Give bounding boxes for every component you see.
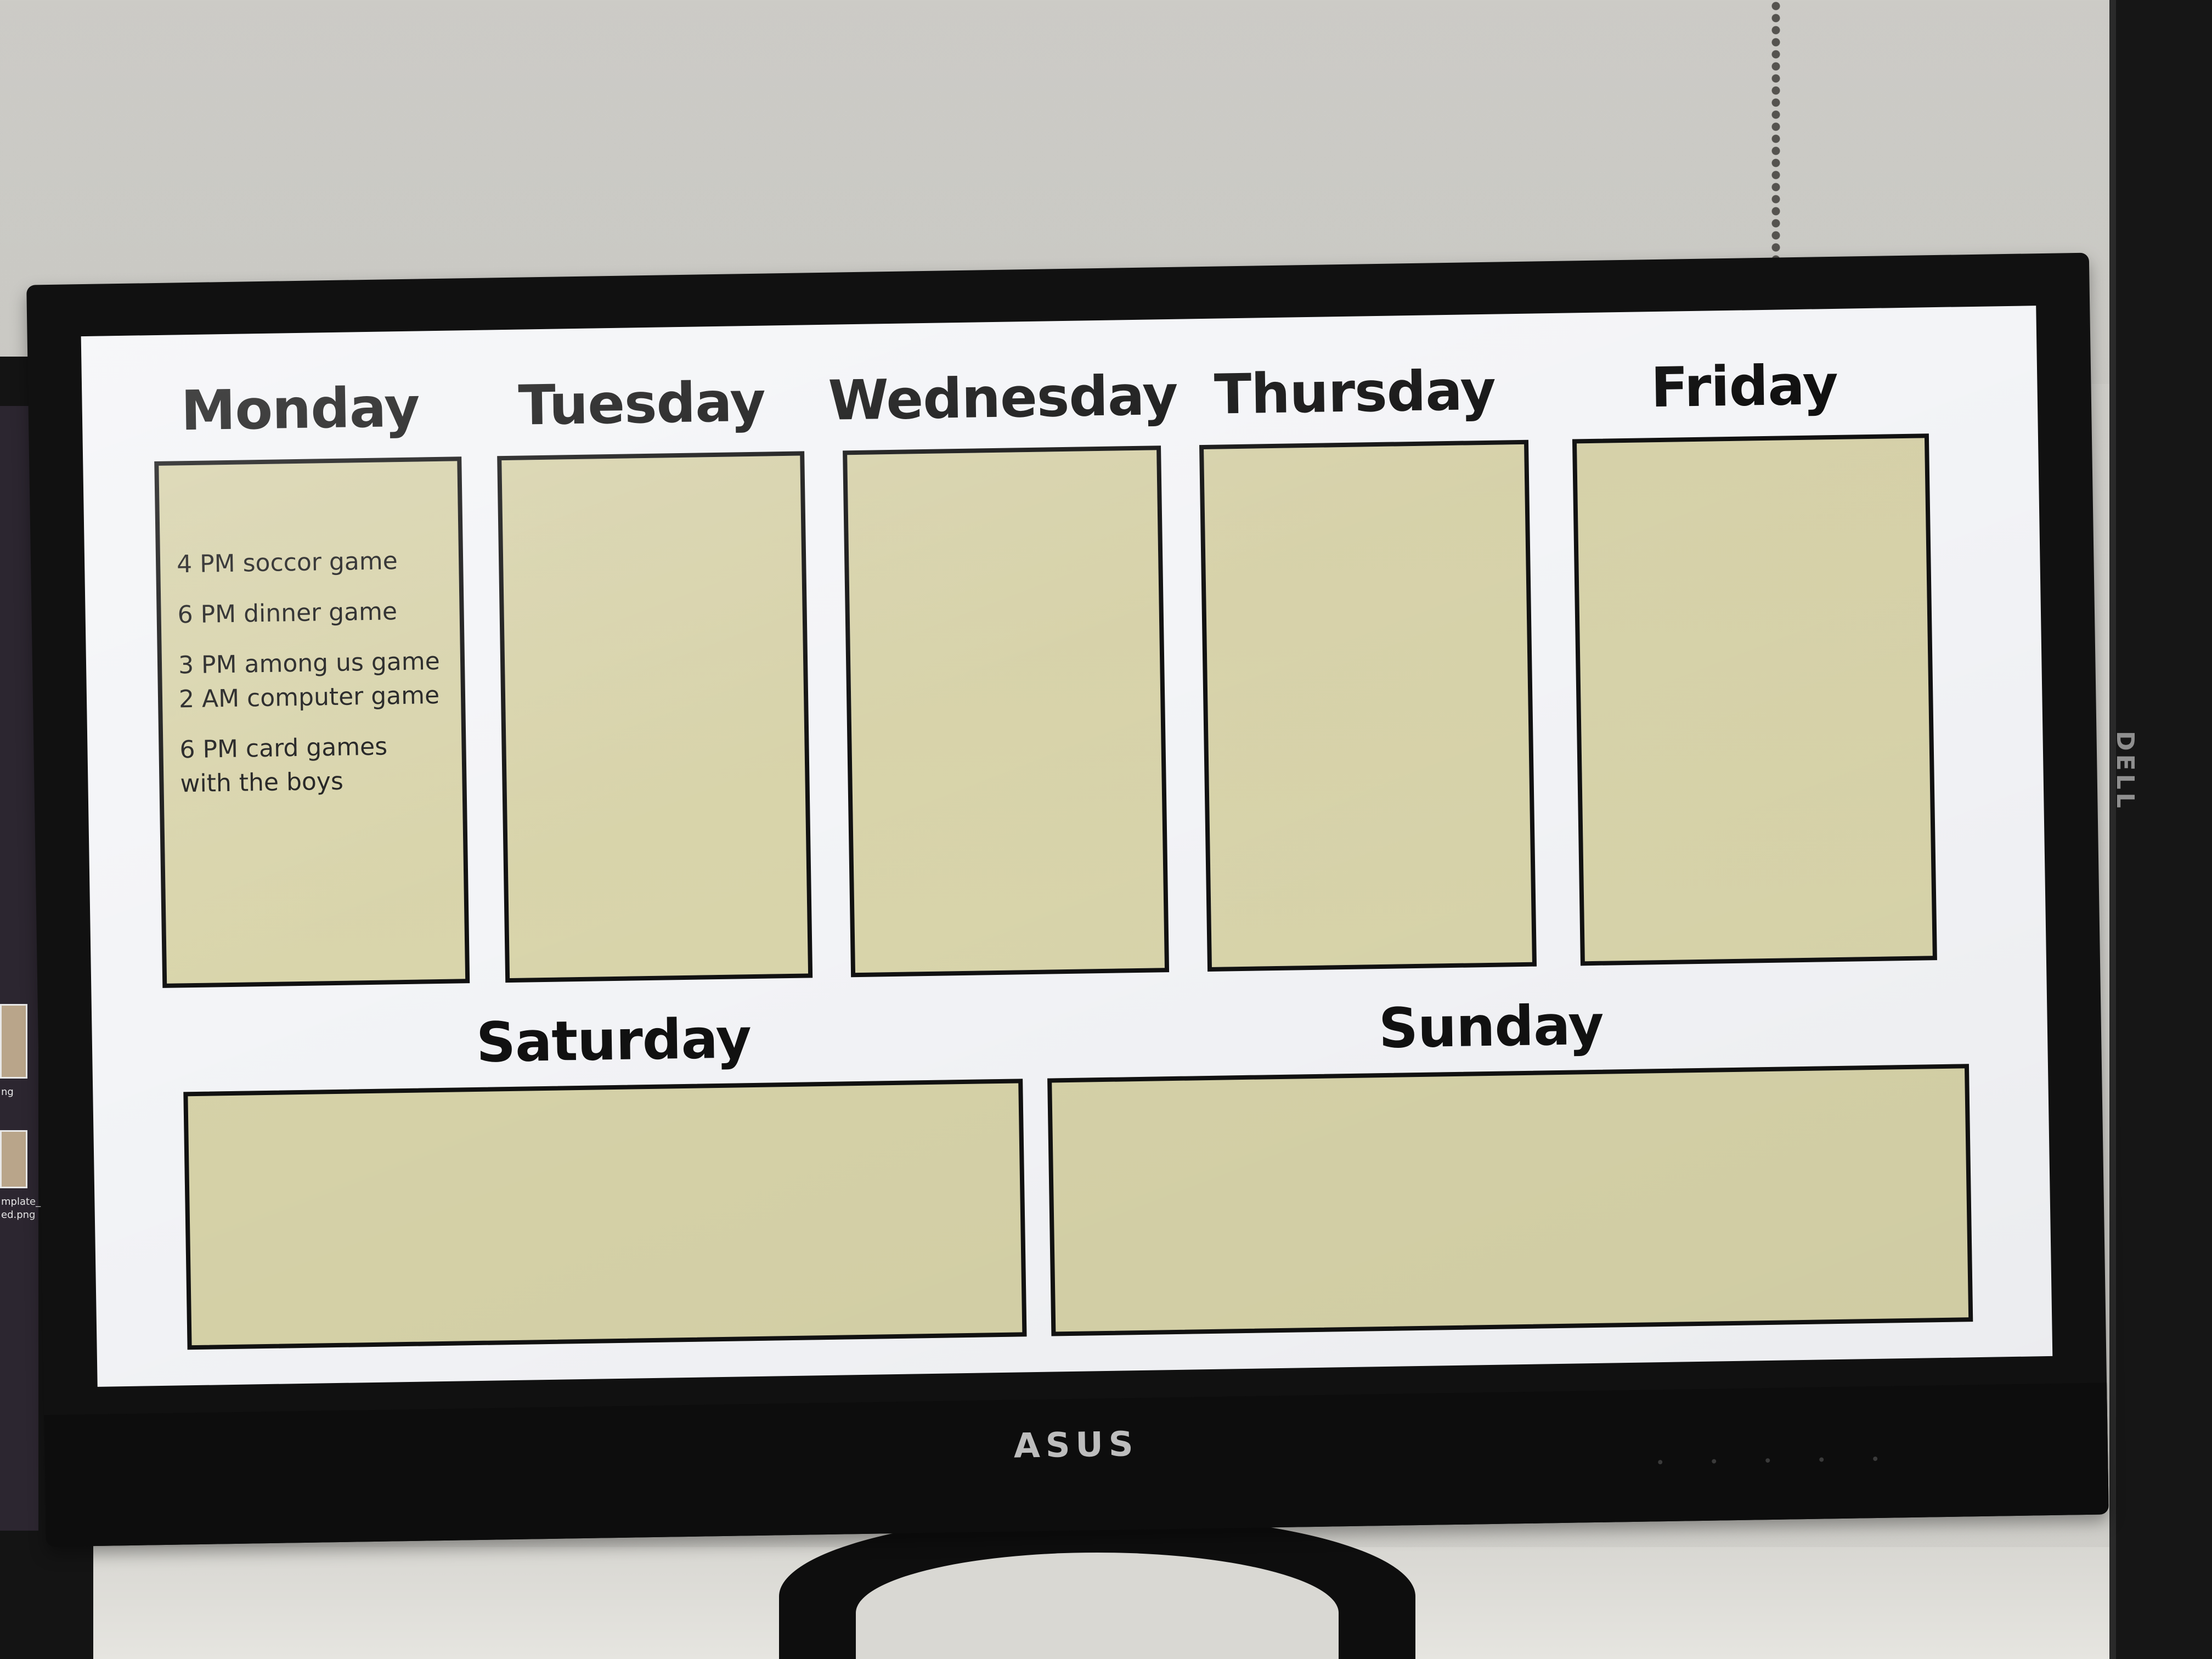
event-item: 6 PM card games with the boys [179, 732, 388, 798]
monitor-button-icon[interactable] [1819, 1457, 1824, 1462]
event-list-monday: 4 PM soccor game 6 PM dinner game 3 PM a… [177, 544, 442, 817]
day-title-wednesday: Wednesday [827, 363, 1178, 433]
day-title-tuesday: Tuesday [517, 369, 766, 438]
monitor-buttons[interactable] [1658, 1456, 1878, 1465]
day-title-saturday: Saturday [476, 1006, 752, 1075]
day-box-sunday[interactable] [1047, 1064, 1973, 1336]
desktop-file-label: ed.png [1, 1209, 36, 1221]
day-box-wednesday[interactable] [843, 445, 1170, 978]
monitor-chin: ASUS [44, 1383, 2109, 1547]
right-monitor-edge [2109, 0, 2116, 1659]
desktop-file-label: mplate_a [1, 1196, 47, 1207]
monitor-button-icon[interactable] [1765, 1458, 1770, 1463]
day-box-thursday[interactable] [1199, 439, 1537, 972]
monitor-button-icon[interactable] [1712, 1459, 1717, 1464]
day-title-monday: Monday [180, 375, 420, 443]
day-title-friday: Friday [1650, 352, 1838, 420]
blind-chain [1768, 0, 1784, 280]
weekly-planner-screen: Monday 4 PM soccor game 6 PM dinner game… [81, 306, 2053, 1387]
desktop-file-icon[interactable] [0, 1004, 27, 1079]
day-box-tuesday[interactable] [497, 451, 813, 983]
event-item: 6 PM dinner game [177, 597, 398, 629]
day-box-monday[interactable]: 4 PM soccor game 6 PM dinner game 3 PM a… [154, 456, 470, 988]
event-item: 4 PM soccor game [176, 547, 398, 579]
monitor-button-icon[interactable] [1873, 1456, 1878, 1462]
day-box-friday[interactable] [1572, 433, 1937, 966]
day-title-sunday: Sunday [1378, 992, 1604, 1061]
day-title-thursday: Thursday [1214, 358, 1496, 427]
event-item: 3 PM among us game 2 AM computer game [178, 647, 441, 714]
desktop-file-label: ng [1, 1086, 14, 1098]
monitor-button-icon[interactable] [1658, 1460, 1663, 1465]
right-monitor [2109, 0, 2212, 1659]
desktop-file-icon[interactable] [0, 1130, 27, 1188]
asus-logo: ASUS [1013, 1424, 1139, 1466]
main-monitor: ASUS Monday 4 PM soccor game 6 PM dinner… [26, 252, 2109, 1547]
dell-logo: DELL [2111, 731, 2139, 811]
day-box-saturday[interactable] [183, 1079, 1027, 1350]
